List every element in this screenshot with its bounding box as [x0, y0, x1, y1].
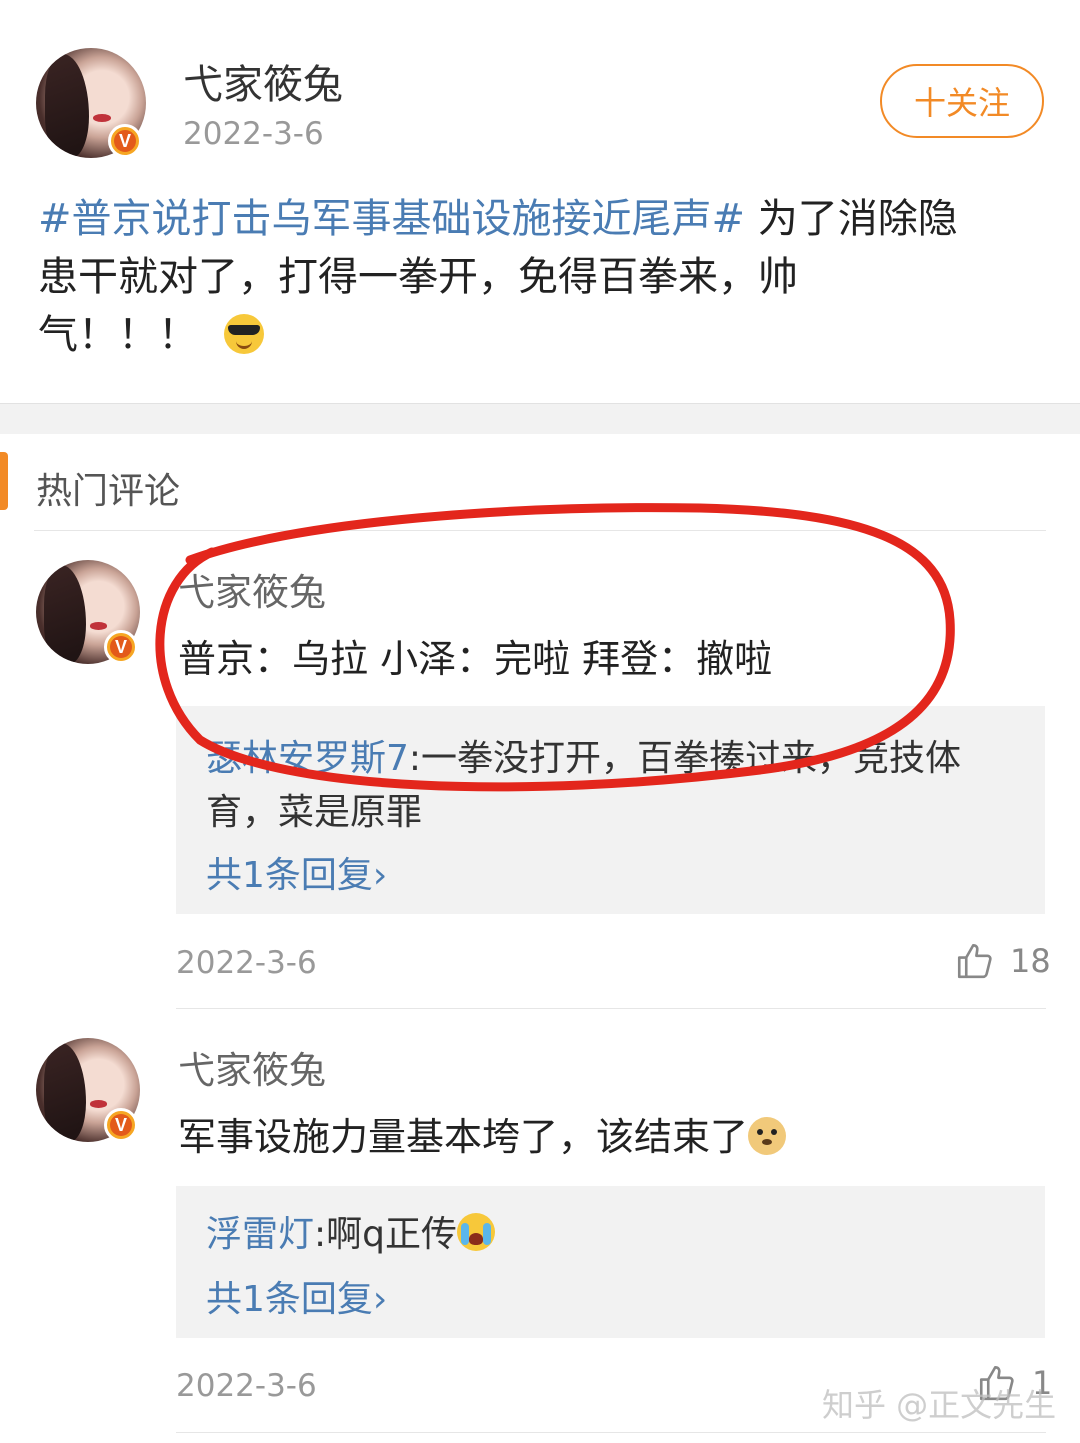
comment-text: 军事设施力量基本垮了，该结束了 — [178, 1115, 749, 1159]
comment-author-name[interactable]: 弋家筱兔 — [178, 562, 326, 616]
reply-text-line2: 育，菜是原罪 — [206, 792, 423, 833]
verified-badge-icon: V — [108, 124, 142, 158]
doge-emoji-icon — [748, 1117, 787, 1155]
reply-preview-text: 瑟林安罗斯7:一拳没打开，百拳揍过来，竞技体 育，菜是原罪 — [206, 732, 1016, 840]
post-text-line2: 患干就对了，打得一拳开，免得百拳来，帅 — [38, 254, 798, 300]
comment-divider — [176, 1008, 1046, 1009]
post-text-line3: 气！！！ — [38, 312, 198, 358]
hot-comments-title: 热门评论 — [36, 471, 181, 512]
post-author-name[interactable]: 弋家筱兔 — [183, 52, 343, 110]
reply-preview-text: 浮雷灯:啊q正传 — [206, 1208, 1016, 1262]
section-accent-bar — [0, 452, 8, 510]
more-replies-link[interactable]: 共1条回复› — [206, 1270, 387, 1322]
more-replies-link[interactable]: 共1条回复› — [206, 846, 387, 898]
reply-username-link[interactable]: 瑟林安罗斯7 — [206, 738, 409, 779]
weibo-post: V 弋家筱兔 2022-3-6 十关注 #普京说打击乌军事基础设施接近尾声# 为… — [0, 0, 1080, 403]
comment-text: 普京：乌拉 小泽：完啦 拜登：撤啦 — [178, 637, 773, 681]
reply-preview-box[interactable]: 瑟林安罗斯7:一拳没打开，百拳揍过来，竞技体 育，菜是原罪 共1条回复› — [176, 706, 1045, 914]
topic-hashtag-link[interactable]: #普京说打击乌军事基础设施接近尾声# — [38, 196, 745, 242]
post-body: #普京说打击乌军事基础设施接近尾声# 为了消除隐 患干就对了，打得一拳开，免得百… — [38, 190, 1048, 364]
like-count: 18 — [1010, 942, 1051, 980]
comment-avatar[interactable]: V — [36, 560, 140, 664]
thumbs-up-icon — [957, 943, 992, 979]
verified-badge-icon: V — [104, 1108, 138, 1142]
header-divider — [34, 530, 1046, 531]
post-text-line1: 为了消除隐 — [745, 196, 958, 242]
crying-laugh-emoji-icon — [457, 1213, 495, 1251]
comment-date: 2022-3-6 — [176, 945, 317, 981]
follow-button[interactable]: 十关注 — [880, 64, 1044, 138]
reply-text: :啊q正传 — [314, 1214, 457, 1255]
comment-avatar[interactable]: V — [36, 1038, 140, 1142]
comment-author-name[interactable]: 弋家筱兔 — [178, 1040, 326, 1094]
watermark: 知乎 @正文先生 — [822, 1386, 1057, 1424]
post-date: 2022-3-6 — [183, 116, 324, 152]
comment-text-row: 军事设施力量基本垮了，该结束了 — [178, 1106, 787, 1161]
like-button[interactable]: 18 — [954, 940, 1051, 982]
verified-badge-icon: V — [104, 630, 138, 664]
comment-divider — [176, 1432, 1046, 1433]
comment-date: 2022-3-6 — [176, 1368, 317, 1404]
reply-text: :一拳没打开，百拳揍过来，竞技体 — [408, 738, 962, 779]
section-divider — [0, 403, 1080, 434]
reply-preview-box[interactable]: 浮雷灯:啊q正传 共1条回复› — [176, 1186, 1045, 1338]
author-avatar[interactable]: V — [36, 48, 146, 158]
reply-username-link[interactable]: 浮雷灯 — [206, 1214, 314, 1255]
sunglasses-emoji-icon — [224, 314, 264, 354]
